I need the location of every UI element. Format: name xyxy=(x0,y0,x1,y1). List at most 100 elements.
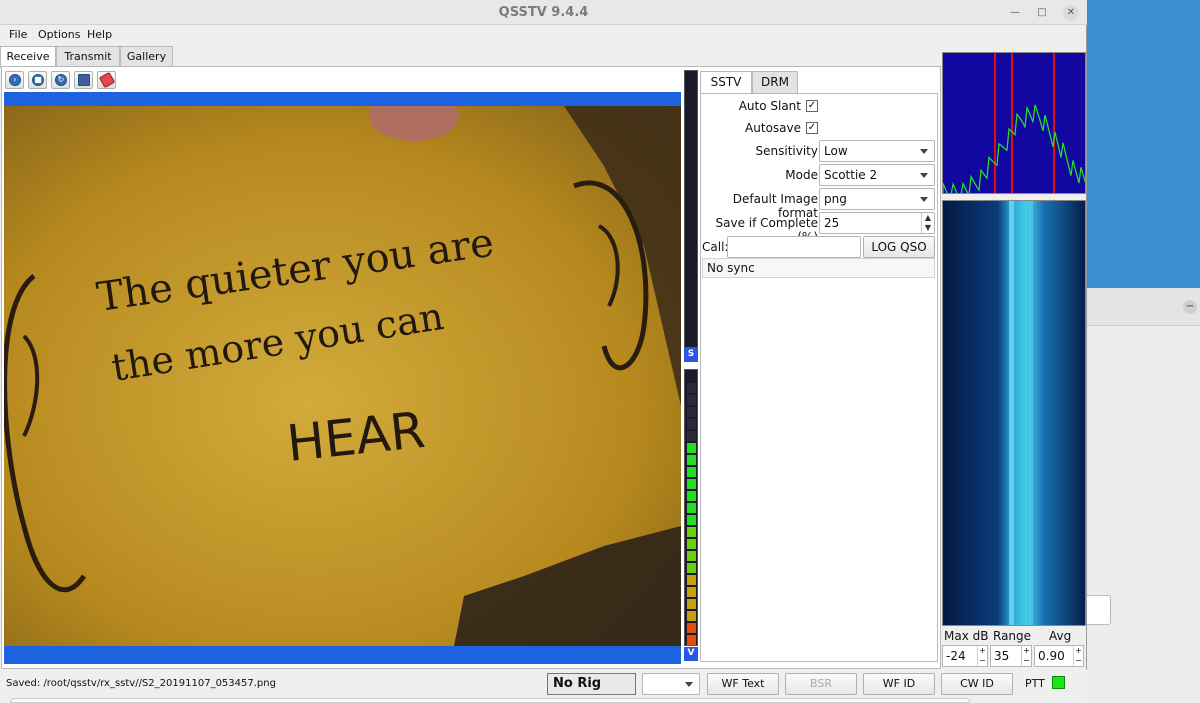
signal-meter xyxy=(684,70,698,348)
meter-segment xyxy=(687,467,696,477)
call-input[interactable] xyxy=(727,236,861,258)
minus-icon[interactable]: − xyxy=(1183,300,1197,314)
menu-bar: File Options Help xyxy=(0,26,1087,44)
title-bar: QSSTV 9.4.4 — □ ✕ xyxy=(0,0,1087,25)
resync-icon: ↻ xyxy=(55,74,67,86)
autosave-label: Autosave xyxy=(745,121,801,135)
volume-meter xyxy=(684,369,698,646)
taskbar-edge xyxy=(10,698,970,703)
wf-id-button[interactable]: WF ID xyxy=(863,673,935,695)
ptt-label: PTT xyxy=(1025,677,1045,690)
autosave-checkbox[interactable]: ✓ xyxy=(806,122,818,134)
spin-up-icon[interactable]: + xyxy=(977,646,987,656)
image-format-select[interactable]: png xyxy=(819,188,935,210)
wf-text-button[interactable]: WF Text xyxy=(707,673,779,695)
avg-label: Avg xyxy=(1049,629,1072,643)
spin-up-icon[interactable]: + xyxy=(1021,646,1031,656)
log-qso-button[interactable]: LOG QSO xyxy=(863,236,935,258)
sensitivity-select[interactable]: Low xyxy=(819,140,935,162)
meter-segment xyxy=(687,443,696,453)
resync-button[interactable]: ↻ xyxy=(51,71,70,89)
image-format-value: png xyxy=(824,192,847,206)
range-value: 35 xyxy=(994,649,1010,663)
start-button[interactable]: › xyxy=(5,71,24,89)
spin-down-icon[interactable]: − xyxy=(977,656,987,666)
maximize-icon[interactable]: □ xyxy=(1034,5,1050,21)
range-label: Range xyxy=(993,629,1032,643)
meter-segment xyxy=(687,635,696,645)
auto-slant-checkbox[interactable]: ✓ xyxy=(806,100,818,112)
meter-segment xyxy=(687,491,696,501)
background-input[interactable] xyxy=(1087,595,1111,625)
tab-receive[interactable]: Receive xyxy=(0,46,56,68)
spectrum-display xyxy=(942,52,1086,194)
meter-segment xyxy=(687,515,696,525)
meter-segment xyxy=(687,455,696,465)
chevron-down-icon xyxy=(920,197,928,202)
avg-spinbox[interactable]: 0.90 + − xyxy=(1034,645,1084,667)
save-complete-value: 25 xyxy=(824,216,840,230)
meter-segment xyxy=(687,623,696,633)
meter-segment xyxy=(687,611,696,621)
bsr-button[interactable]: BSR xyxy=(785,673,857,695)
background-window: − xyxy=(1087,0,1200,703)
stop-button[interactable]: ■ xyxy=(28,71,47,89)
meter-segment xyxy=(687,395,696,405)
maxdb-label: Max dB xyxy=(944,629,989,643)
volume-meter-label: V xyxy=(684,647,698,661)
rig-status: No Rig xyxy=(547,673,636,695)
save-complete-spinbox[interactable]: 25 ▲ ▼ xyxy=(819,212,935,234)
maxdb-spinbox[interactable]: -24 + − xyxy=(942,645,988,667)
waterfall-display xyxy=(942,200,1086,626)
spin-down-icon[interactable]: ▼ xyxy=(921,223,934,233)
meter-segment xyxy=(687,551,696,561)
meter-segment xyxy=(687,407,696,417)
meter-segment xyxy=(687,599,696,609)
saved-status: Saved: /root/qsstv/rx_sstv//S2_20191107_… xyxy=(6,678,276,689)
menu-options[interactable]: Options xyxy=(38,28,80,41)
tab-gallery[interactable]: Gallery xyxy=(120,46,173,67)
maxdb-value: -24 xyxy=(946,649,966,663)
sensitivity-label: Sensitivity xyxy=(755,144,818,158)
save-icon xyxy=(78,74,90,86)
avg-value: 0.90 xyxy=(1038,649,1065,663)
spectrum-trace xyxy=(943,104,1085,193)
meter-segment xyxy=(687,527,696,537)
meter-segment xyxy=(687,587,696,597)
minimize-icon[interactable]: — xyxy=(1007,5,1023,21)
cw-id-button[interactable]: CW ID xyxy=(941,673,1013,695)
qsstv-window: QSSTV 9.4.4 — □ ✕ File Options Help Rece… xyxy=(0,0,1087,703)
range-spinbox[interactable]: 35 + − xyxy=(990,645,1032,667)
meter-segment xyxy=(687,431,696,441)
wf-text-select[interactable] xyxy=(642,673,700,695)
call-label: Call: xyxy=(702,240,729,254)
window-title: QSSTV 9.4.4 xyxy=(498,5,589,20)
spin-up-icon[interactable]: ▲ xyxy=(921,213,934,223)
tab-sstv[interactable]: SSTV xyxy=(700,71,752,94)
close-icon[interactable]: ✕ xyxy=(1063,5,1079,21)
signal-meter-label: S xyxy=(684,348,698,362)
chevron-down-icon xyxy=(685,682,693,687)
meter-segment xyxy=(687,575,696,585)
sensitivity-value: Low xyxy=(824,144,848,158)
background-window-body xyxy=(1087,288,1200,703)
spin-down-icon[interactable]: − xyxy=(1073,656,1083,666)
meter-segment xyxy=(687,503,696,513)
spin-down-icon[interactable]: − xyxy=(1021,656,1031,666)
menu-file[interactable]: File xyxy=(9,28,27,41)
tab-transmit[interactable]: Transmit xyxy=(56,46,120,67)
start-icon: › xyxy=(9,74,21,86)
erase-button[interactable] xyxy=(97,71,116,89)
mode-select[interactable]: Scottie 2 xyxy=(819,164,935,186)
tab-drm[interactable]: DRM xyxy=(752,71,798,94)
spin-up-icon[interactable]: + xyxy=(1073,646,1083,656)
meter-segment xyxy=(687,563,696,573)
mode-value: Scottie 2 xyxy=(824,168,878,182)
auto-slant-label: Auto Slant xyxy=(738,99,801,113)
erase-icon xyxy=(98,71,116,89)
meter-segment xyxy=(687,383,696,393)
save-button[interactable] xyxy=(74,71,93,89)
stop-icon: ■ xyxy=(32,74,44,86)
menu-help[interactable]: Help xyxy=(87,28,112,41)
received-image: The quieter you are the more you can HEA… xyxy=(4,106,681,646)
